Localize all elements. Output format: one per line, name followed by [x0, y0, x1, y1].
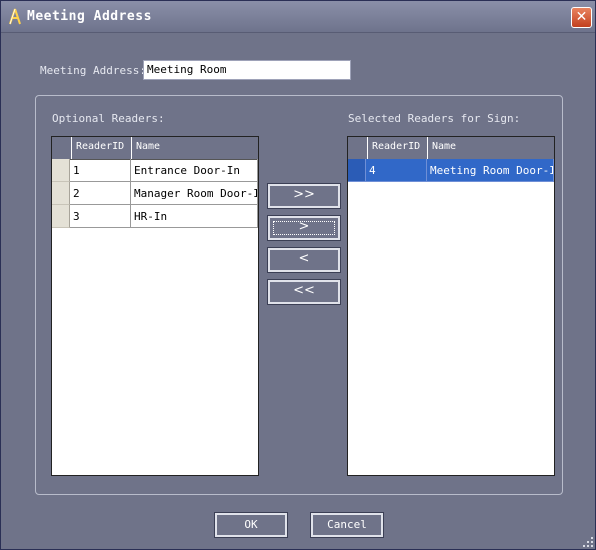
cell-name: Manager Room Door-In — [131, 182, 258, 205]
column-header-readerid[interactable]: ReaderID — [71, 137, 131, 159]
meeting-address-label: Meeting Address: — [40, 64, 146, 77]
grid-header: ReaderID Name — [348, 137, 554, 160]
add-one-button[interactable]: > — [267, 215, 341, 241]
cell-readerid: 2 — [70, 182, 131, 205]
add-all-button[interactable]: >> — [267, 183, 341, 209]
cell-readerid: 4 — [366, 159, 427, 182]
table-row[interactable]: 3 HR-In — [52, 205, 258, 228]
column-header-readerid[interactable]: ReaderID — [367, 137, 427, 159]
cell-name: Meeting Room Door-In — [427, 159, 554, 182]
table-row[interactable]: 1 Entrance Door-In — [52, 159, 258, 182]
column-header-name[interactable]: Name — [131, 137, 258, 159]
dialog-window: Meeting Address ✕ Meeting Address: Meeti… — [0, 0, 596, 550]
resize-grip-icon[interactable] — [582, 536, 594, 548]
close-button[interactable]: ✕ — [571, 7, 592, 28]
app-icon — [9, 8, 21, 25]
optional-readers-grid[interactable]: ReaderID Name 1 Entrance Door-In 2 Manag… — [51, 136, 259, 476]
row-selector[interactable] — [52, 205, 70, 228]
header-corner — [348, 137, 367, 159]
row-selector[interactable] — [52, 182, 70, 205]
table-row[interactable]: 2 Manager Room Door-In — [52, 182, 258, 205]
cell-name: Entrance Door-In — [131, 159, 258, 182]
meeting-address-input[interactable]: Meeting Room — [143, 60, 351, 80]
cell-readerid: 3 — [70, 205, 131, 228]
remove-one-button[interactable]: < — [267, 247, 341, 273]
column-header-name[interactable]: Name — [427, 137, 554, 159]
ok-button[interactable]: OK — [214, 512, 288, 538]
cell-name: HR-In — [131, 205, 258, 228]
row-selector[interactable] — [52, 159, 70, 182]
title-bar[interactable]: Meeting Address ✕ — [1, 1, 595, 33]
cell-readerid: 1 — [70, 159, 131, 182]
window-title: Meeting Address — [27, 9, 152, 24]
optional-readers-label: Optional Readers: — [52, 112, 165, 125]
close-icon: ✕ — [575, 9, 588, 25]
selected-readers-label: Selected Readers for Sign: — [348, 112, 521, 125]
table-row[interactable]: 4 Meeting Room Door-In — [348, 159, 554, 182]
remove-all-button[interactable]: << — [267, 279, 341, 305]
cancel-button[interactable]: Cancel — [310, 512, 384, 538]
row-selector[interactable] — [348, 159, 366, 182]
header-corner — [52, 137, 71, 159]
selected-readers-grid[interactable]: ReaderID Name 4 Meeting Room Door-In — [347, 136, 555, 476]
grid-header: ReaderID Name — [52, 137, 258, 160]
